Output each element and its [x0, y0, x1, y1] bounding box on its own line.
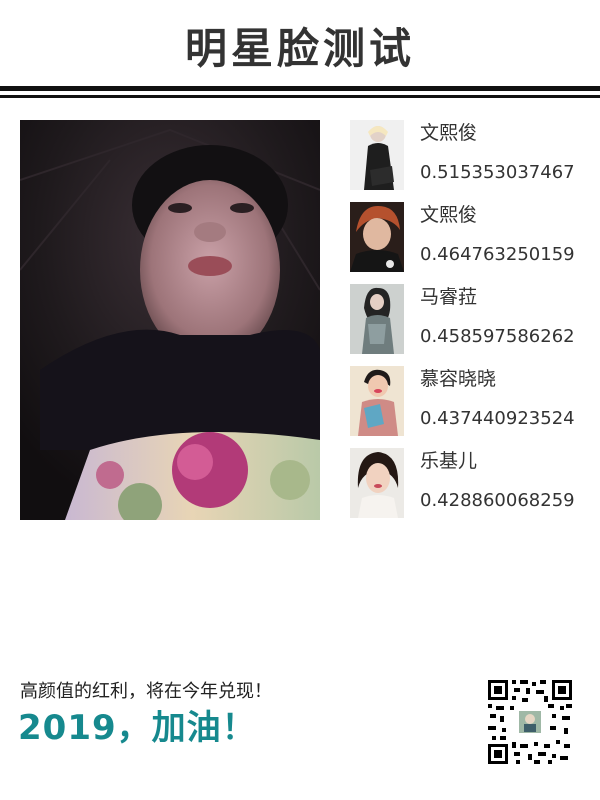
user-photo: [20, 120, 320, 520]
page-title: 明星脸测试: [184, 24, 415, 73]
celebrity-photo: [350, 366, 404, 436]
match-item: 文熙俊 0.464763250159: [350, 202, 590, 274]
celebrity-portrait-icon: [350, 202, 404, 272]
similarity-score: 0.428860068259: [420, 490, 575, 511]
match-item: 慕容晓晓 0.437440923524: [350, 366, 590, 438]
qr-code-icon[interactable]: [486, 678, 574, 766]
footer-caption: 高颜值的红利，将在今年兑现！: [20, 681, 272, 702]
similarity-score: 0.515353037467: [420, 162, 575, 183]
match-item: 乐基儿 0.428860068259: [350, 448, 590, 520]
celebrity-portrait-icon: [350, 366, 404, 436]
header-divider-thick: [0, 86, 600, 91]
celebrity-name: 乐基儿: [420, 450, 478, 472]
similarity-score: 0.437440923524: [420, 408, 575, 429]
celebrity-name: 马睿菈: [420, 286, 478, 308]
celebrity-photo: [350, 284, 404, 354]
match-item: 文熙俊 0.515353037467: [350, 120, 590, 192]
celebrity-photo: [350, 202, 404, 272]
celebrity-photo: [350, 448, 404, 518]
similarity-score: 0.458597586262: [420, 326, 575, 347]
celebrity-photo: [350, 120, 404, 190]
celebrity-name: 文熙俊: [420, 204, 478, 226]
celebrity-name: 慕容晓晓: [420, 368, 497, 390]
header: 明星脸测试: [0, 0, 600, 100]
match-item: 马睿菈 0.458597586262: [350, 284, 590, 356]
celebrity-name: 文熙俊: [420, 122, 478, 144]
celebrity-portrait-icon: [350, 120, 404, 190]
user-face-photo-icon: [20, 120, 320, 520]
footer-slogan: 2019，加油！: [18, 708, 257, 748]
header-divider-thin: [0, 95, 600, 98]
match-list: 文熙俊 0.515353037467 文熙俊 0.464763250159 马睿…: [350, 120, 590, 530]
similarity-score: 0.464763250159: [420, 244, 575, 265]
celebrity-portrait-icon: [350, 284, 404, 354]
celebrity-portrait-icon: [350, 448, 404, 518]
